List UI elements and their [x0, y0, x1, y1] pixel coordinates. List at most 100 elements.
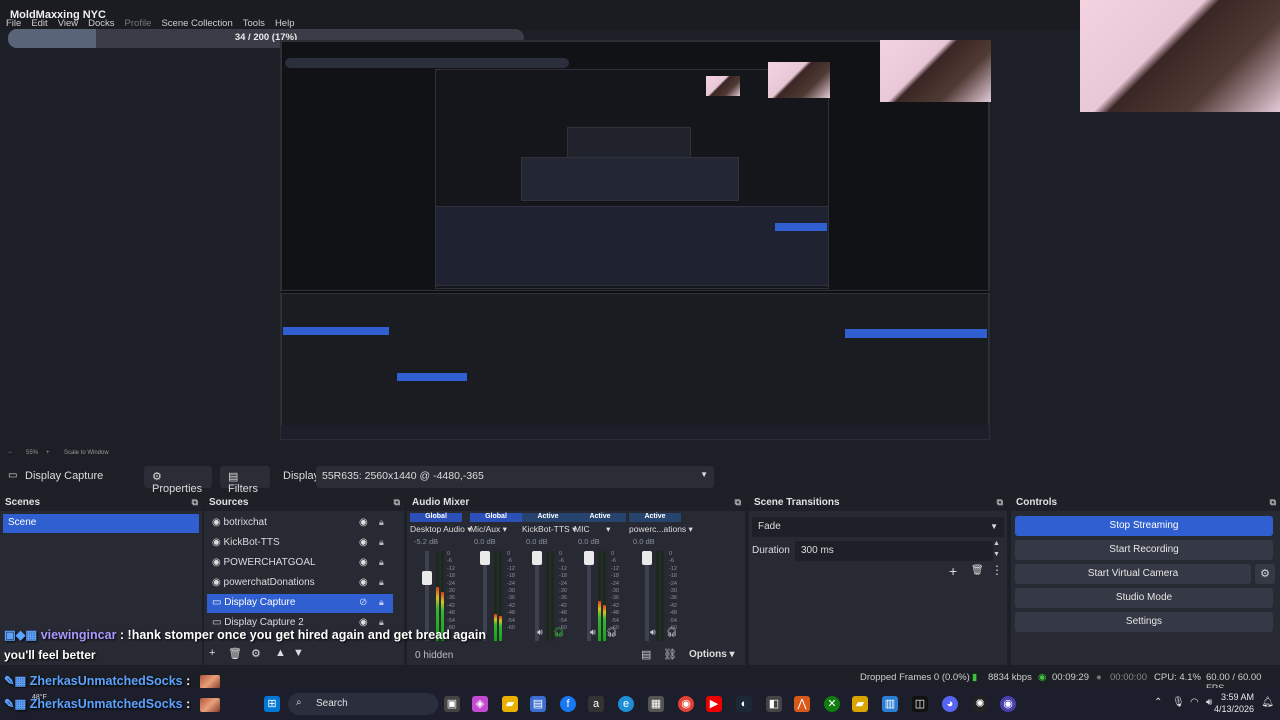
- source-properties-icon[interactable]: ⚙: [251, 647, 261, 660]
- menu-scene-collection[interactable]: Scene Collection: [161, 18, 232, 29]
- wifi-icon[interactable]: ◠: [1190, 697, 1199, 708]
- settings-button[interactable]: Settings: [1015, 612, 1273, 632]
- speaker-icon[interactable]: 🔊︎: [537, 627, 543, 638]
- headphones-icon[interactable]: 🎧︎: [666, 627, 677, 638]
- add-source-icon[interactable]: +: [209, 647, 215, 659]
- chatgpt-icon[interactable]: ✺: [972, 696, 988, 712]
- amazon-icon[interactable]: a: [588, 696, 604, 712]
- file-explorer-icon[interactable]: ▰: [502, 696, 518, 712]
- lock-icon[interactable]: 🔒︎: [379, 537, 384, 548]
- channel-name[interactable]: MIC ▾: [574, 524, 634, 535]
- volume-fader-knob[interactable]: [532, 551, 542, 565]
- menu-docks[interactable]: Docks: [88, 18, 114, 29]
- steam-icon[interactable]: ◐: [736, 696, 752, 712]
- virtual-camera-settings-icon[interactable]: ⚙: [1255, 564, 1275, 584]
- stop-streaming-button[interactable]: Stop Streaming: [1015, 516, 1273, 536]
- stepper-up-icon[interactable]: ▲: [993, 540, 1000, 547]
- calculator-icon[interactable]: ▦: [648, 696, 664, 712]
- studio-mode-button[interactable]: Studio Mode: [1015, 588, 1273, 608]
- filters-button[interactable]: ▤ Filters: [220, 466, 270, 495]
- menu-tools[interactable]: Tools: [243, 18, 265, 29]
- transition-select[interactable]: Fade ▼: [752, 517, 1004, 537]
- lock-icon[interactable]: 🔒︎: [379, 557, 384, 568]
- source-item-powerchatgoal[interactable]: ◉ POWERCHATGOAL ◉ 🔒︎: [207, 554, 393, 573]
- app-icon[interactable]: ▥: [882, 696, 898, 712]
- volume-fader-knob[interactable]: [480, 551, 490, 565]
- chrome-icon[interactable]: ◉: [678, 696, 694, 712]
- system-clock[interactable]: 3:59 AM 4/13/2026: [1214, 691, 1254, 715]
- volume-icon[interactable]: 🔊︎: [1206, 697, 1212, 708]
- capcut-icon[interactable]: ◫: [912, 696, 928, 712]
- dock-undock-icon[interactable]: ⧉: [394, 497, 400, 508]
- volume-fader-knob[interactable]: [422, 571, 432, 585]
- visibility-eye-icon[interactable]: ◉: [359, 557, 368, 568]
- stepper-down-icon[interactable]: ▼: [993, 551, 1000, 558]
- channel-name[interactable]: KickBot-TTS ▾: [522, 524, 582, 535]
- speaker-icon[interactable]: 🔊︎: [590, 627, 596, 638]
- mixer-layout-icon[interactable]: ▤: [641, 648, 651, 661]
- blender-icon[interactable]: ⋀: [794, 696, 810, 712]
- volume-fader-knob[interactable]: [584, 551, 594, 565]
- dock-undock-icon[interactable]: ⧉: [192, 497, 198, 508]
- source-item-botrixchat[interactable]: ◉ botrixchat ◉ 🔒︎: [207, 514, 393, 533]
- move-up-icon[interactable]: ▲: [275, 647, 286, 659]
- menu-help[interactable]: Help: [275, 18, 295, 29]
- channel-name[interactable]: powerc...ations ▾: [629, 524, 693, 535]
- zoom-out-icon[interactable]: −: [8, 450, 12, 456]
- remove-source-icon[interactable]: 🗑︎: [228, 647, 242, 660]
- source-item-kickbot-tts[interactable]: ◉ KickBot-TTS ◉ 🔒︎: [207, 534, 393, 553]
- speaker-icon[interactable]: 🔊︎: [650, 627, 656, 638]
- lock-icon[interactable]: 🔒︎: [379, 517, 384, 528]
- scene-item[interactable]: Scene: [3, 514, 199, 533]
- folder-icon[interactable]: ▰: [852, 696, 868, 712]
- display-select[interactable]: 55R635: 2560x1440 @ -4480,-365 ▼: [316, 466, 714, 488]
- taskbar-search[interactable]: ⌕ Search: [288, 693, 438, 715]
- start-virtual-camera-button[interactable]: Start Virtual Camera: [1015, 564, 1251, 584]
- obs-icon[interactable]: ◉: [1000, 696, 1016, 712]
- hidden-eye-icon[interactable]: ⊘: [359, 597, 367, 608]
- zoom-in-icon[interactable]: +: [46, 450, 50, 456]
- scale-mode[interactable]: Scale to Window: [64, 450, 109, 456]
- notification-bell-icon[interactable]: 🔔︎: [1261, 697, 1274, 708]
- move-down-icon[interactable]: ▼: [293, 647, 304, 659]
- lock-icon[interactable]: 🔒︎: [379, 597, 384, 608]
- edge-icon[interactable]: e: [618, 696, 634, 712]
- app-icon[interactable]: ◧: [766, 696, 782, 712]
- channel-name[interactable]: Mic/Aux ▾: [470, 524, 530, 535]
- visibility-eye-icon[interactable]: ◉: [359, 537, 368, 548]
- source-item-display-capture[interactable]: ▭ Display Capture ⊘ 🔒︎: [207, 594, 393, 613]
- copilot-icon[interactable]: ◈: [472, 696, 488, 712]
- task-view-icon[interactable]: ▣: [444, 696, 460, 712]
- lock-icon[interactable]: 🔒︎: [379, 577, 384, 588]
- hidden-count[interactable]: 0 hidden: [415, 650, 453, 661]
- discord-icon[interactable]: ◕: [942, 696, 958, 712]
- windows-start-icon[interactable]: ⊞: [264, 696, 280, 712]
- dock-undock-icon[interactable]: ⧉: [735, 497, 741, 508]
- volume-fader-knob[interactable]: [642, 551, 652, 565]
- visibility-eye-icon[interactable]: ◉: [359, 577, 368, 588]
- menu-view[interactable]: View: [58, 18, 78, 29]
- store-icon[interactable]: ▤: [530, 696, 546, 712]
- menu-file[interactable]: File: [6, 18, 21, 29]
- duration-input[interactable]: 300 ms: [795, 541, 993, 561]
- source-item-powerchatdonations[interactable]: ◉ powerchatDonations ◉ 🔒︎: [207, 574, 393, 593]
- dock-undock-icon[interactable]: ⧉: [997, 497, 1003, 508]
- tray-chevron-icon[interactable]: ⌃: [1154, 697, 1162, 708]
- menu-profile[interactable]: Profile: [125, 18, 152, 29]
- more-options-icon[interactable]: ⋮: [991, 563, 1003, 577]
- headphones-icon[interactable]: 🎧︎: [606, 627, 617, 638]
- facebook-icon[interactable]: f: [560, 696, 576, 712]
- dock-undock-icon[interactable]: ⧉: [1270, 497, 1276, 508]
- add-transition-icon[interactable]: +: [949, 563, 957, 579]
- remove-transition-icon[interactable]: 🗑︎: [971, 565, 984, 576]
- start-recording-button[interactable]: Start Recording: [1015, 540, 1273, 560]
- youtube-icon[interactable]: ▶: [706, 696, 722, 712]
- options-button[interactable]: Options ▾: [689, 649, 735, 660]
- microphone-icon[interactable]: 🎙︎: [1172, 697, 1185, 708]
- xbox-icon[interactable]: ✕: [824, 696, 840, 712]
- link-icon[interactable]: ⛓︎: [663, 648, 677, 661]
- headphones-icon[interactable]: 🎧︎: [553, 627, 564, 638]
- properties-button[interactable]: ⚙ Properties: [144, 466, 212, 495]
- menu-edit[interactable]: Edit: [31, 18, 47, 29]
- visibility-eye-icon[interactable]: ◉: [359, 517, 368, 528]
